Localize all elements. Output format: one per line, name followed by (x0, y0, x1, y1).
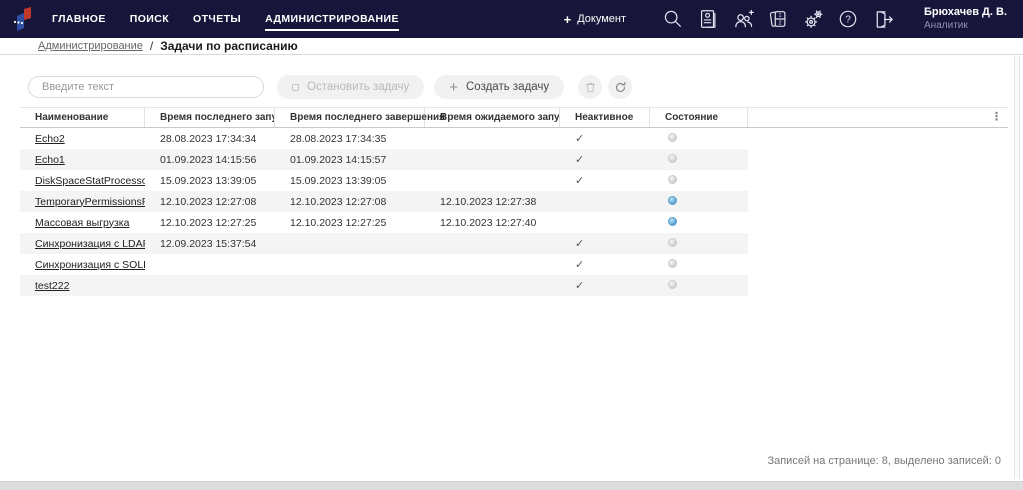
stop-task-label: Остановить задачу (307, 81, 409, 93)
table-row[interactable]: DiskSpaceStatProcessor 15.09.2023 13:39:… (20, 170, 748, 191)
scheduled-tasks-table: Наименование Время последнего запуска Вр… (20, 107, 1008, 296)
column-header-state[interactable]: Состояние (650, 108, 748, 127)
search-icon[interactable] (660, 6, 686, 32)
task-name-link[interactable]: Синхронизация с SOLR (35, 259, 145, 271)
nav-item-main[interactable]: ГЛАВНОЕ (52, 8, 106, 31)
horizontal-scrollbar-track[interactable] (0, 481, 1023, 490)
svg-text:?: ? (845, 14, 851, 25)
status-indicator (668, 175, 677, 184)
create-document-label: Документ (577, 13, 626, 25)
inactive-check-icon: ✓ (560, 174, 650, 187)
inactive-check-icon: ✓ (560, 279, 650, 292)
last-start-cell: 15.09.2023 13:39:05 (145, 175, 275, 187)
status-indicator (668, 154, 677, 163)
column-header-expected-start[interactable]: Время ожидаемого запуска (425, 108, 560, 127)
task-name-link[interactable]: Массовая выгрузка (35, 217, 129, 229)
last-start-cell: 01.09.2023 14:15:56 (145, 154, 275, 166)
table-row[interactable]: test222 ✓ (20, 275, 748, 296)
trash-icon (584, 81, 597, 94)
inactive-check-icon: ✓ (560, 237, 650, 250)
expected-start-cell: 12.10.2023 12:27:40 (425, 217, 560, 229)
table-header-row: Наименование Время последнего запуска Вр… (20, 107, 1008, 128)
help-icon[interactable]: ? (835, 6, 861, 32)
task-name-link[interactable]: TemporaryPermissionsProcessor (35, 196, 145, 208)
nav-item-search[interactable]: ПОИСК (130, 8, 169, 31)
nav-item-reports[interactable]: ОТЧЕТЫ (193, 8, 241, 31)
vertical-scrollbar[interactable] (1014, 56, 1020, 479)
task-name-link[interactable]: Echo1 (35, 154, 65, 166)
task-name-link[interactable]: test222 (35, 280, 69, 292)
svg-text:2: 2 (779, 20, 782, 26)
create-document-button[interactable]: + Документ (564, 12, 626, 27)
topbar-icon-row: 1 2 ? (660, 6, 896, 32)
status-indicator (668, 217, 677, 226)
column-header-name[interactable]: Наименование (20, 108, 145, 127)
delete-task-button[interactable] (578, 75, 602, 99)
table-row[interactable]: Echo1 01.09.2023 14:15:56 01.09.2023 14:… (20, 149, 748, 170)
plus-icon: + (564, 12, 572, 27)
inactive-check-icon: ✓ (560, 153, 650, 166)
last-start-cell: 12.10.2023 12:27:08 (145, 196, 275, 208)
column-header-last-finish-label: Время последнего завершения (290, 112, 445, 123)
breadcrumb-separator: / (150, 39, 153, 53)
page-title: Задачи по расписанию (160, 39, 297, 53)
status-indicator (668, 133, 677, 142)
plus-icon: + (449, 80, 458, 95)
refresh-icon (614, 81, 627, 94)
breadcrumb-parent-link[interactable]: Администрирование (38, 40, 143, 52)
table-row[interactable]: Массовая выгрузка 12.10.2023 12:27:25 12… (20, 212, 748, 233)
table-toolbar: Остановить задачу + Создать задачу (28, 75, 1023, 99)
numbered-cards-icon[interactable]: 1 2 (765, 6, 791, 32)
task-name-link[interactable]: Синхронизация с LDAP (35, 238, 145, 250)
top-navigation-bar: ГЛАВНОЕ ПОИСК ОТЧЕТЫ АДМИНИСТРИРОВАНИЕ +… (0, 0, 1023, 38)
stop-task-button[interactable]: Остановить задачу (277, 75, 424, 99)
status-indicator (668, 238, 677, 247)
last-start-cell: 12.10.2023 12:27:25 (145, 217, 275, 229)
status-indicator (668, 280, 677, 289)
table-row[interactable]: Синхронизация с SOLR ✓ (20, 254, 748, 275)
table-body: Echo2 28.08.2023 17:34:34 28.08.2023 17:… (20, 128, 1008, 296)
breadcrumb: Администрирование / Задачи по расписанию (0, 38, 1023, 55)
user-block[interactable]: Брюхачев Д. В. Аналитик (924, 6, 1007, 32)
last-finish-cell: 28.08.2023 17:34:35 (275, 133, 425, 145)
column-header-inactive[interactable]: Неактивное (560, 108, 650, 127)
app-logo-icon[interactable] (12, 6, 36, 32)
last-finish-cell: 12.10.2023 12:27:08 (275, 196, 425, 208)
table-row[interactable]: Echo2 28.08.2023 17:34:34 28.08.2023 17:… (20, 128, 748, 149)
column-settings-icon[interactable]: ⋮ (991, 112, 1002, 123)
expected-start-cell: 12.10.2023 12:27:38 (425, 196, 560, 208)
last-start-cell: 28.08.2023 17:34:34 (145, 133, 275, 145)
column-header-last-finish[interactable]: Время последнего завершения ↑ (275, 108, 425, 127)
user-role: Аналитик (924, 20, 1007, 33)
nav-item-administration[interactable]: АДМИНИСТРИРОВАНИЕ (265, 8, 399, 31)
logout-icon[interactable] (870, 6, 896, 32)
last-finish-cell: 15.09.2023 13:39:05 (275, 175, 425, 187)
search-input[interactable] (28, 76, 264, 98)
task-name-link[interactable]: Echo2 (35, 133, 65, 145)
table-row[interactable]: Синхронизация с LDAP 12.09.2023 15:37:54… (20, 233, 748, 254)
last-finish-cell: 12.10.2023 12:27:25 (275, 217, 425, 229)
inactive-check-icon: ✓ (560, 132, 650, 145)
table-row[interactable]: TemporaryPermissionsProcessor 12.10.2023… (20, 191, 748, 212)
task-name-link[interactable]: DiskSpaceStatProcessor (35, 175, 145, 187)
last-finish-cell: 01.09.2023 14:15:57 (275, 154, 425, 166)
create-task-label: Создать задачу (466, 81, 549, 93)
refresh-button[interactable] (608, 75, 632, 99)
user-name: Брюхачев Д. В. (924, 6, 1007, 20)
last-start-cell: 12.09.2023 15:37:54 (145, 238, 275, 250)
header-filler: ⋮ (748, 108, 1008, 127)
status-indicator (668, 196, 677, 205)
settings-icon[interactable] (800, 6, 826, 32)
profile-document-icon[interactable] (695, 6, 721, 32)
status-indicator (668, 259, 677, 268)
svg-text:1: 1 (779, 13, 782, 19)
create-task-button[interactable]: + Создать задачу (434, 75, 564, 99)
main-nav: ГЛАВНОЕ ПОИСК ОТЧЕТЫ АДМИНИСТРИРОВАНИЕ (52, 8, 399, 31)
stop-icon (292, 84, 299, 91)
inactive-check-icon: ✓ (560, 258, 650, 271)
column-header-last-start[interactable]: Время последнего запуска (145, 108, 275, 127)
records-summary: Записей на странице: 8, выделено записей… (767, 455, 1001, 467)
add-users-icon[interactable] (730, 6, 756, 32)
